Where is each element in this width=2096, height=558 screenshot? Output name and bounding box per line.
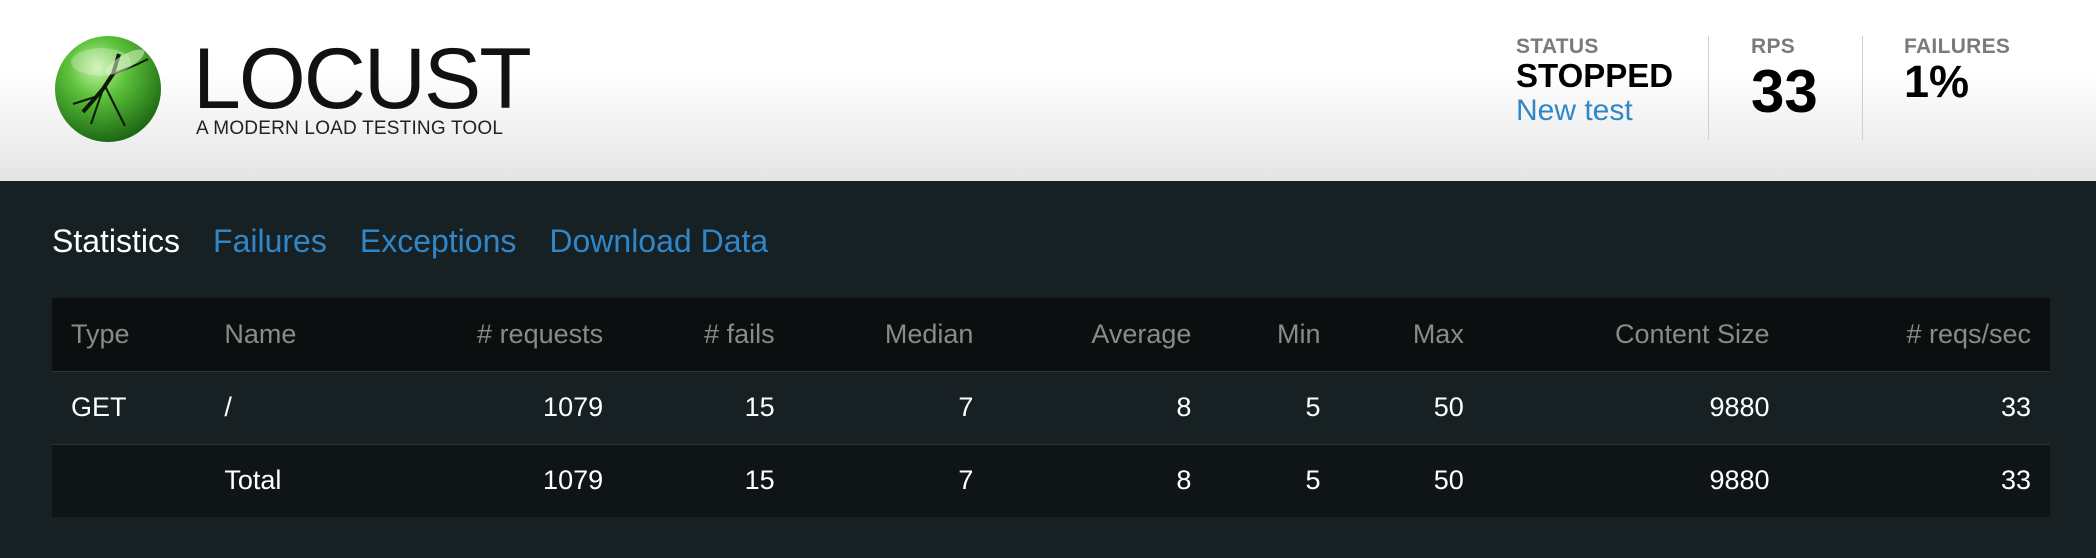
cell-content-size: 9880 xyxy=(1709,392,1770,422)
status-box: STATUS STOPPED New test xyxy=(1516,35,1696,128)
cell-min: 5 xyxy=(1305,392,1321,422)
header-divider xyxy=(1708,36,1709,140)
cell-fails: 15 xyxy=(744,465,775,496)
brand-tagline: A MODERN LOAD TESTING TOOL xyxy=(196,118,504,139)
column-header-average[interactable]: Average xyxy=(992,298,1210,371)
table-header-row: Type Name # requests # fails Median Aver… xyxy=(52,298,2050,371)
stats-table-container: Type Name # requests # fails Median Aver… xyxy=(52,298,2050,517)
cell-content-size: 9880 xyxy=(1709,465,1770,496)
brand-name: LOCUST xyxy=(193,31,532,127)
column-header-reqs-sec[interactable]: # reqs/sec xyxy=(1789,298,2050,371)
cell-average: 8 xyxy=(1176,392,1192,422)
cell-type: GET xyxy=(71,392,127,422)
column-header-fails[interactable]: # fails xyxy=(622,298,794,371)
tab-bar: Statistics Failures Exceptions Download … xyxy=(52,219,801,263)
tab-download-data[interactable]: Download Data xyxy=(549,219,768,263)
failures-label: FAILURES xyxy=(1904,35,2011,58)
column-header-median[interactable]: Median xyxy=(794,298,993,371)
cell-requests: 1079 xyxy=(543,392,604,422)
status-value: STOPPED xyxy=(1516,57,1674,94)
cell-name: Total xyxy=(224,465,282,496)
main-panel: Statistics Failures Exceptions Download … xyxy=(0,181,2096,558)
column-header-max[interactable]: Max xyxy=(1340,298,1483,371)
tab-exceptions[interactable]: Exceptions xyxy=(360,219,517,263)
top-header: LOCUST A MODERN LOAD TESTING TOOL STATUS… xyxy=(0,0,2096,181)
column-header-min[interactable]: Min xyxy=(1210,298,1339,371)
new-test-link[interactable]: New test xyxy=(1516,94,1633,128)
cell-reqs-sec: 33 xyxy=(2000,392,2031,422)
cell-max: 50 xyxy=(1433,392,1464,422)
tab-statistics[interactable]: Statistics xyxy=(52,219,180,263)
table-row: GET / 1079 15 7 8 5 50 9880 33 xyxy=(52,371,2050,444)
cell-average: 8 xyxy=(1176,465,1192,496)
stats-table: Type Name # requests # fails Median Aver… xyxy=(52,298,2050,517)
cell-reqs-sec: 33 xyxy=(2000,465,2031,496)
locust-logo[interactable]: LOCUST A MODERN LOAD TESTING TOOL xyxy=(53,34,533,144)
cell-type xyxy=(52,444,205,517)
cell-min: 5 xyxy=(1305,465,1321,496)
header-divider xyxy=(1862,36,1863,140)
cell-median: 7 xyxy=(958,392,974,422)
column-header-requests[interactable]: # requests xyxy=(367,298,622,371)
status-label: STATUS xyxy=(1516,35,1599,58)
cell-fails: 15 xyxy=(744,392,775,422)
cell-requests: 1079 xyxy=(543,465,604,496)
cell-name: / xyxy=(224,392,232,422)
locust-logo-icon xyxy=(55,36,161,142)
failures-value: 1% xyxy=(1904,56,1970,107)
rps-value: 33 xyxy=(1751,58,1818,125)
table-row-total: Total 1079 15 7 8 5 50 9880 33 xyxy=(52,444,2050,517)
column-header-name[interactable]: Name xyxy=(205,298,366,371)
cell-max: 50 xyxy=(1433,465,1464,496)
column-header-type[interactable]: Type xyxy=(52,298,205,371)
rps-label: RPS xyxy=(1751,35,1796,58)
tab-failures[interactable]: Failures xyxy=(213,219,327,263)
failures-box: FAILURES 1% xyxy=(1904,35,2044,106)
column-header-content-size[interactable]: Content Size xyxy=(1483,298,1789,371)
rps-box: RPS 33 xyxy=(1751,35,1851,124)
cell-median: 7 xyxy=(958,465,974,496)
